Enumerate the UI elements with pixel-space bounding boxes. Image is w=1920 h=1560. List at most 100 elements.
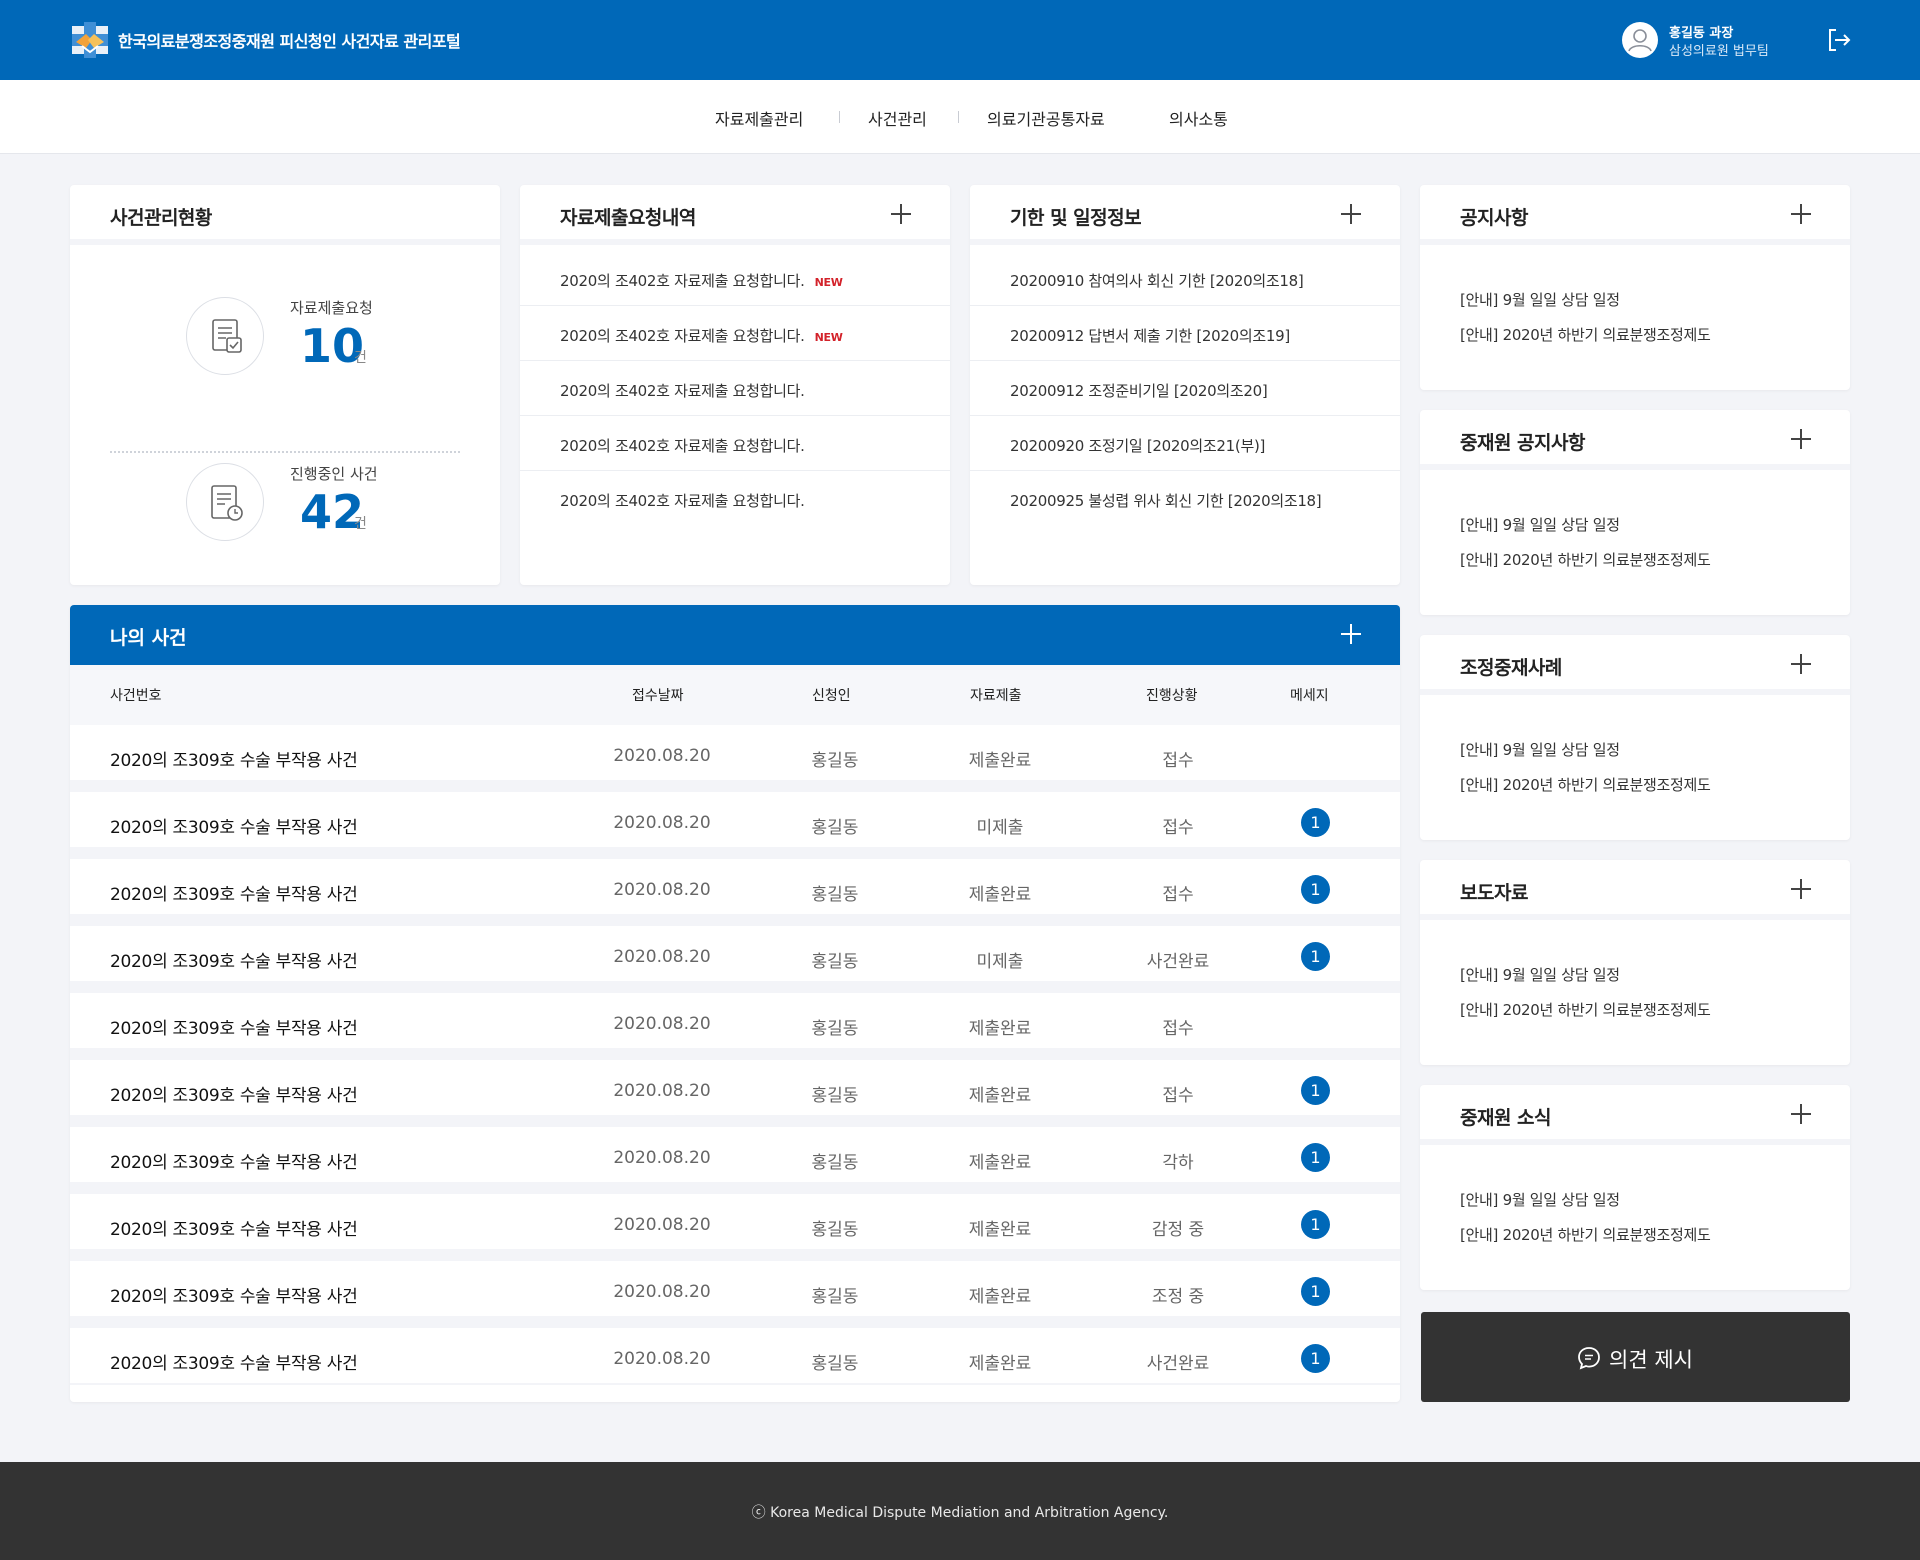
table-row[interactable]: 2020의 조309호 수술 부작용 사건 2020.08.20 홍길동 제출완료 접수…	[70, 859, 1400, 920]
table-row[interactable]: 2020의 조309호 수술 부작용 사건 2020.08.20 홍길동 미제출 접수 1	[70, 792, 1400, 853]
case-status: 접수	[1162, 1086, 1194, 1106]
agency-notice-card: 중재원 공지사항 [안내] 9월 일일 상담 일정 [안내] 2020년 하반기…	[1420, 410, 1850, 615]
table-row[interactable]: 2020의 조309호 수술 부작용 사건 2020.08.20 홍길동 제출완료 접수	[70, 725, 1400, 786]
list-item[interactable]: 2020의 조402호 자료제출 요청합니다.	[520, 361, 950, 416]
opinion-button[interactable]: 의견 제시	[1421, 1312, 1850, 1402]
notice-item[interactable]: [안내] 9월 일일 상담 일정	[1460, 514, 1620, 535]
list-item[interactable]: 20200925 불성렵 위사 회신 기한 [2020의조18]	[970, 471, 1400, 526]
nav-item-submission[interactable]: 자료제출관리	[715, 106, 803, 130]
case-applicant: 홍길동	[811, 751, 859, 771]
message-count-badge[interactable]: 1	[1301, 1143, 1330, 1172]
case-number[interactable]: 2020의 조309호 수술 부작용 사건	[110, 1215, 358, 1240]
plus-icon[interactable]	[1790, 428, 1812, 450]
case-number[interactable]: 2020의 조309호 수술 부작용 사건	[110, 1148, 358, 1173]
case-number[interactable]: 2020의 조309호 수술 부작용 사건	[110, 1081, 358, 1106]
schedule-text[interactable]: 20200925 불성렵 위사 회신 기한 [2020의조18]	[1010, 490, 1322, 511]
list-item[interactable]: 2020의 조402호 자료제출 요청합니다.	[520, 471, 950, 526]
schedule-text[interactable]: 20200912 조정준비기일 [2020의조20]	[1010, 380, 1268, 401]
case-number[interactable]: 2020의 조309호 수술 부작용 사건	[110, 1349, 358, 1374]
table-row[interactable]: 2020의 조309호 수술 부작용 사건 2020.08.20 홍길동 제출완료 각하…	[70, 1127, 1400, 1188]
schedule-text[interactable]: 20200912 답변서 제출 기한 [2020의조19]	[1010, 325, 1290, 346]
plus-icon[interactable]	[1790, 878, 1812, 900]
table-row[interactable]: 2020의 조309호 수술 부작용 사건 2020.08.20 홍길동 제출완료 접수…	[70, 1060, 1400, 1121]
card-header: 조정중재사례	[1420, 635, 1850, 695]
card-title: 사건관리현황	[110, 207, 212, 229]
logout-icon[interactable]	[1826, 27, 1852, 53]
notice-item[interactable]: [안내] 2020년 하반기 의료분쟁조정제도	[1460, 999, 1711, 1020]
nav-item-common-data[interactable]: 의료기관공통자료	[987, 106, 1105, 130]
notice-item[interactable]: [안내] 9월 일일 상담 일정	[1460, 964, 1620, 985]
card-header: 기한 및 일정정보	[970, 185, 1400, 245]
schedule-text[interactable]: 20200920 조정기일 [2020의조21(부)]	[1010, 435, 1265, 456]
case-submission: 제출완료	[968, 1019, 1032, 1039]
list-item[interactable]: 20200910 참여의사 회신 기한 [2020의조18]	[970, 251, 1400, 306]
request-text[interactable]: 2020의 조402호 자료제출 요청합니다.	[560, 435, 805, 456]
card-title: 자료제출요청내역	[560, 207, 696, 229]
plus-icon[interactable]	[1790, 203, 1812, 225]
request-text[interactable]: 2020의 조402호 자료제출 요청합니다.	[560, 380, 805, 401]
case-number[interactable]: 2020의 조309호 수술 부작용 사건	[110, 1014, 358, 1039]
opinion-button-label: 의견 제시	[1609, 1348, 1693, 1372]
notice-item[interactable]: [안내] 2020년 하반기 의료분쟁조정제도	[1460, 1224, 1711, 1245]
message-count-badge[interactable]: 1	[1301, 1210, 1330, 1239]
list-item[interactable]: 20200912 조정준비기일 [2020의조20]	[970, 361, 1400, 416]
list-item[interactable]: 2020의 조402호 자료제출 요청합니다. NEW	[520, 251, 950, 306]
case-number[interactable]: 2020의 조309호 수술 부작용 사건	[110, 1282, 358, 1307]
request-text[interactable]: 2020의 조402호 자료제출 요청합니다.	[560, 490, 805, 511]
table-row[interactable]: 2020의 조309호 수술 부작용 사건 2020.08.20 홍길동 제출완료 감정…	[70, 1194, 1400, 1255]
list-item[interactable]: 20200912 답변서 제출 기한 [2020의조19]	[970, 306, 1400, 361]
notice-item[interactable]: [안내] 2020년 하반기 의료분쟁조정제도	[1460, 549, 1711, 570]
card-title: 중재원 소식	[1460, 1107, 1552, 1129]
nav-item-communication[interactable]: 의사소통	[1169, 106, 1228, 130]
case-number[interactable]: 2020의 조309호 수술 부작용 사건	[110, 813, 358, 838]
plus-icon[interactable]	[1790, 653, 1812, 675]
notice-item[interactable]: [안내] 2020년 하반기 의료분쟁조정제도	[1460, 774, 1711, 795]
schedule-text[interactable]: 20200910 참여의사 회신 기한 [2020의조18]	[1010, 270, 1304, 291]
case-status-card: 사건관리현황 자료제출요청 10 건 진행중인 사건 42 건	[70, 185, 500, 585]
plus-icon[interactable]	[1340, 203, 1362, 225]
list-item[interactable]: 20200920 조정기일 [2020의조21(부)]	[970, 416, 1400, 471]
list-item[interactable]: 2020의 조402호 자료제출 요청합니다. NEW	[520, 306, 950, 361]
case-number[interactable]: 2020의 조309호 수술 부작용 사건	[110, 746, 358, 771]
case-number[interactable]: 2020의 조309호 수술 부작용 사건	[110, 880, 358, 905]
request-text[interactable]: 2020의 조402호 자료제출 요청합니다.	[560, 327, 805, 345]
case-applicant: 홍길동	[811, 818, 859, 838]
stat-label: 진행중인 사건	[290, 465, 378, 483]
chat-bubble-icon	[1578, 1347, 1600, 1370]
message-count-badge[interactable]: 1	[1301, 1344, 1330, 1373]
table-row[interactable]: 2020의 조309호 수술 부작용 사건 2020.08.20 홍길동 제출완료 사건…	[70, 1328, 1400, 1389]
my-cases-card: 나의 사건 사건번호 접수날짜 신청인 자료제출 진행상황 메세지 2020의 …	[70, 605, 1400, 1402]
table-row[interactable]: 2020의 조309호 수술 부작용 사건 2020.08.20 홍길동 제출완료 조정…	[70, 1261, 1400, 1322]
notice-item[interactable]: [안내] 9월 일일 상담 일정	[1460, 739, 1620, 760]
table-row[interactable]: 2020의 조309호 수술 부작용 사건 2020.08.20 홍길동 제출완료 접수	[70, 993, 1400, 1054]
card-header: 보도자료	[1420, 860, 1850, 920]
logo-icon[interactable]	[70, 20, 110, 60]
list-item[interactable]: 2020의 조402호 자료제출 요청합니다.	[520, 416, 950, 471]
stat-label: 자료제출요청	[290, 299, 373, 317]
nav-item-case-management[interactable]: 사건관리	[868, 106, 927, 130]
table-row[interactable]: 2020의 조309호 수술 부작용 사건 2020.08.20 홍길동 미제출 사건완…	[70, 926, 1400, 987]
request-text[interactable]: 2020의 조402호 자료제출 요청합니다.	[560, 272, 805, 290]
plus-icon[interactable]	[890, 203, 912, 225]
message-count-badge[interactable]: 1	[1301, 1076, 1330, 1105]
message-count-badge[interactable]: 1	[1301, 1277, 1330, 1306]
plus-icon[interactable]	[1340, 623, 1362, 645]
notice-item[interactable]: [안내] 2020년 하반기 의료분쟁조정제도	[1460, 324, 1711, 345]
message-count-badge[interactable]: 1	[1301, 808, 1330, 837]
case-submission: 미제출	[976, 818, 1024, 838]
user-organization: 삼성의료원 법무팀	[1669, 44, 1769, 59]
plus-icon[interactable]	[1790, 1103, 1812, 1125]
case-number[interactable]: 2020의 조309호 수술 부작용 사건	[110, 947, 358, 972]
case-submission: 제출완료	[968, 1086, 1032, 1106]
message-count-badge[interactable]: 1	[1301, 875, 1330, 904]
card-header: 공지사항	[1420, 185, 1850, 245]
my-cases-title: 나의 사건	[110, 627, 187, 649]
message-count-badge[interactable]: 1	[1301, 942, 1330, 971]
notice-item[interactable]: [안내] 9월 일일 상담 일정	[1460, 289, 1620, 310]
avatar-icon[interactable]	[1622, 22, 1658, 58]
site-title[interactable]: 한국의료분쟁조정중재원 피신청인 사건자료 관리포털	[118, 28, 461, 52]
new-badge: NEW	[814, 331, 843, 344]
card-header: 중재원 공지사항	[1420, 410, 1850, 470]
case-status: 접수	[1162, 1019, 1194, 1039]
notice-item[interactable]: [안내] 9월 일일 상담 일정	[1460, 1189, 1620, 1210]
